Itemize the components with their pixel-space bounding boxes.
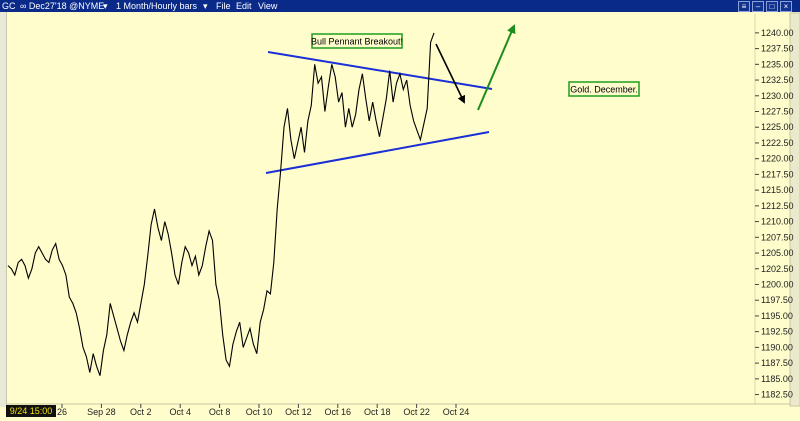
x-tick-label: Oct 24 [443,407,470,417]
y-tick-label: 1222.50 [761,138,794,148]
y-tick-label: 1202.50 [761,264,794,274]
y-tick-label: 1200.00 [761,279,794,289]
x-tick-label: Oct 4 [169,407,191,417]
x-axis: 26 Sep 28 Oct 2 Oct 4 Oct 8 Oct 10 Oct 12 Oct 1… [57,404,469,417]
y-tick-label: 1217.50 [761,169,794,179]
y-tick-label: 1205.00 [761,248,794,258]
y-tick-label: 1195.00 [761,311,793,321]
x-tick-label: Oct 10 [246,407,273,417]
y-tick-label: 1230.00 [761,91,794,101]
y-tick-label: 1240.00 [761,28,794,38]
y-tick-label: 1190.00 [761,342,793,352]
trendlines [265,51,493,174]
cursor-date-label: 9/24 15:00 [10,406,53,416]
arrow-down-annotation [435,43,465,104]
x-tick-label: Oct 2 [130,407,152,417]
upper-trendline [267,51,493,90]
price-chart: 1240.00 1237.50 1235.00 1232.50 1230.00 1227.… [6,12,800,417]
x-tick-label: Oct 8 [209,407,231,417]
y-tick-label: 1185.00 [761,374,793,384]
y-tick-label: 1212.50 [761,201,794,211]
y-tick-label: 1227.50 [761,107,794,117]
breakout-annotation: Bull Pennant Breakout! [311,33,403,49]
breakout-label: Bull Pennant Breakout! [311,37,403,47]
contract-annotation: Gold. December. [568,81,640,97]
x-tick-label: Sep 28 [87,407,116,417]
y-tick-label: 1182.50 [761,390,793,400]
y-tick-label: 1235.00 [761,59,794,69]
x-tick-label: Oct 16 [325,407,352,417]
y-tick-label: 1232.50 [761,75,794,85]
y-tick-label: 1192.50 [761,327,793,337]
x-tick-label: 26 [57,407,67,417]
price-series-line [7,32,435,376]
y-tick-label: 1215.00 [761,185,794,195]
y-tick-label: 1207.50 [761,232,794,242]
y-axis: 1240.00 1237.50 1235.00 1232.50 1230.00 1227.… [755,28,794,400]
y-tick-label: 1220.00 [761,154,794,164]
x-tick-label: Oct 18 [364,407,391,417]
x-tick-label: Oct 22 [403,407,430,417]
cursor-date-readout: 9/24 15:00 [6,405,56,417]
y-tick-label: 1225.00 [761,122,794,132]
x-tick-label: Oct 12 [285,407,312,417]
arrow-up-annotation [477,24,516,111]
y-tick-label: 1210.00 [761,217,794,227]
lower-trendline [265,131,490,174]
y-tick-label: 1237.50 [761,44,794,54]
y-tick-label: 1187.50 [761,358,793,368]
contract-annotation-label: Gold. December. [570,85,638,95]
y-tick-label: 1197.50 [761,295,793,305]
